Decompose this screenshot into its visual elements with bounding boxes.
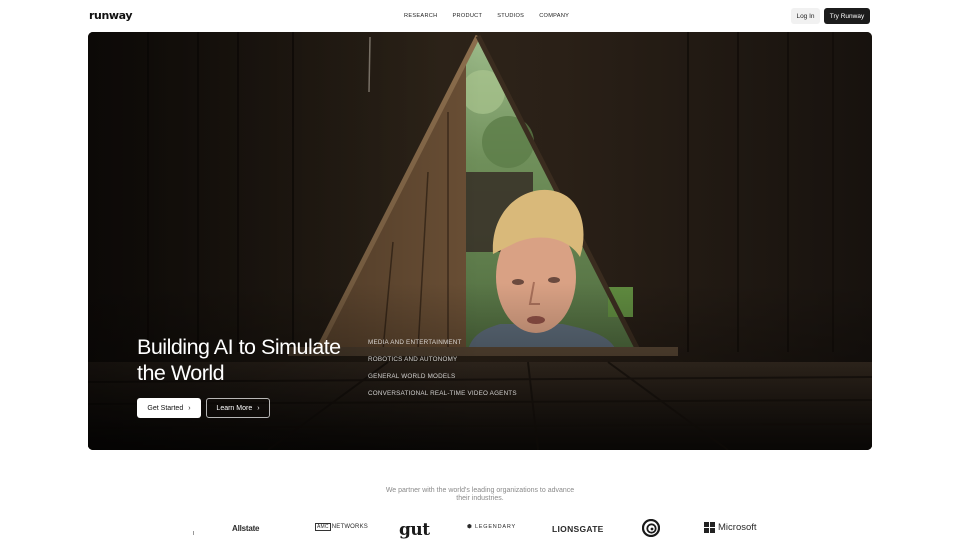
amc-networks-logo: AMC NETWORKS bbox=[315, 523, 368, 531]
chevron-right-icon: › bbox=[257, 404, 260, 412]
allstate-logo: Allstate bbox=[232, 524, 260, 533]
learn-more-label: Learn More bbox=[216, 404, 253, 412]
partner-logos: Allstate AMC NETWORKS gut ⬢ LEGENDARY LIO… bbox=[0, 516, 960, 540]
main-nav: RESEARCH PRODUCT STUDIOS COMPANY bbox=[404, 13, 569, 19]
legendary-logo: ⬢ LEGENDARY bbox=[467, 524, 516, 530]
partners-tagline: We partner with the world's leading orga… bbox=[385, 487, 575, 502]
nav-item-research[interactable]: RESEARCH bbox=[404, 13, 437, 19]
legendary-logo-text: LEGENDARY bbox=[474, 524, 516, 530]
use-case-media[interactable]: MEDIA AND ENTERTAINMENT bbox=[368, 339, 517, 356]
login-button[interactable]: Log In bbox=[791, 8, 820, 24]
learn-more-button[interactable]: Learn More › bbox=[206, 398, 270, 418]
microsoft-logo: Microsoft bbox=[704, 522, 757, 533]
chevron-right-icon: › bbox=[188, 404, 191, 412]
hero-title: Building AI to Simulate the World bbox=[137, 335, 341, 385]
nav-item-studios[interactable]: STUDIOS bbox=[497, 13, 524, 19]
use-case-robotics[interactable]: ROBOTICS AND AUTONOMY bbox=[368, 356, 517, 373]
lionsgate-logo: LIONSGATE bbox=[552, 524, 604, 534]
ubisoft-logo-icon bbox=[641, 518, 661, 540]
try-runway-button[interactable]: Try Runway bbox=[824, 8, 870, 24]
nav-item-product[interactable]: PRODUCT bbox=[452, 13, 482, 19]
gut-logo: gut bbox=[399, 520, 430, 540]
site-header: runway RESEARCH PRODUCT STUDIOS COMPANY … bbox=[0, 0, 960, 32]
microsoft-logo-text: Microsoft bbox=[718, 522, 757, 533]
get-started-button[interactable]: Get Started › bbox=[137, 398, 201, 418]
hero-section: Building AI to Simulate the World MEDIA … bbox=[88, 32, 872, 450]
use-case-world-models[interactable]: GENERAL WORLD MODELS bbox=[368, 373, 517, 390]
legendary-emblem-icon: ⬢ bbox=[467, 524, 473, 530]
use-case-list: MEDIA AND ENTERTAINMENT ROBOTICS AND AUT… bbox=[368, 339, 517, 407]
microsoft-grid-icon bbox=[704, 522, 715, 533]
amc-logo-box: AMC bbox=[315, 523, 331, 531]
nav-item-company[interactable]: COMPANY bbox=[539, 13, 569, 19]
use-case-video-agents[interactable]: CONVERSATIONAL REAL-TIME VIDEO AGENTS bbox=[368, 390, 517, 407]
amc-logo-text: NETWORKS bbox=[331, 524, 368, 530]
get-started-label: Get Started bbox=[147, 404, 184, 412]
runway-logo[interactable]: runway bbox=[89, 9, 133, 22]
